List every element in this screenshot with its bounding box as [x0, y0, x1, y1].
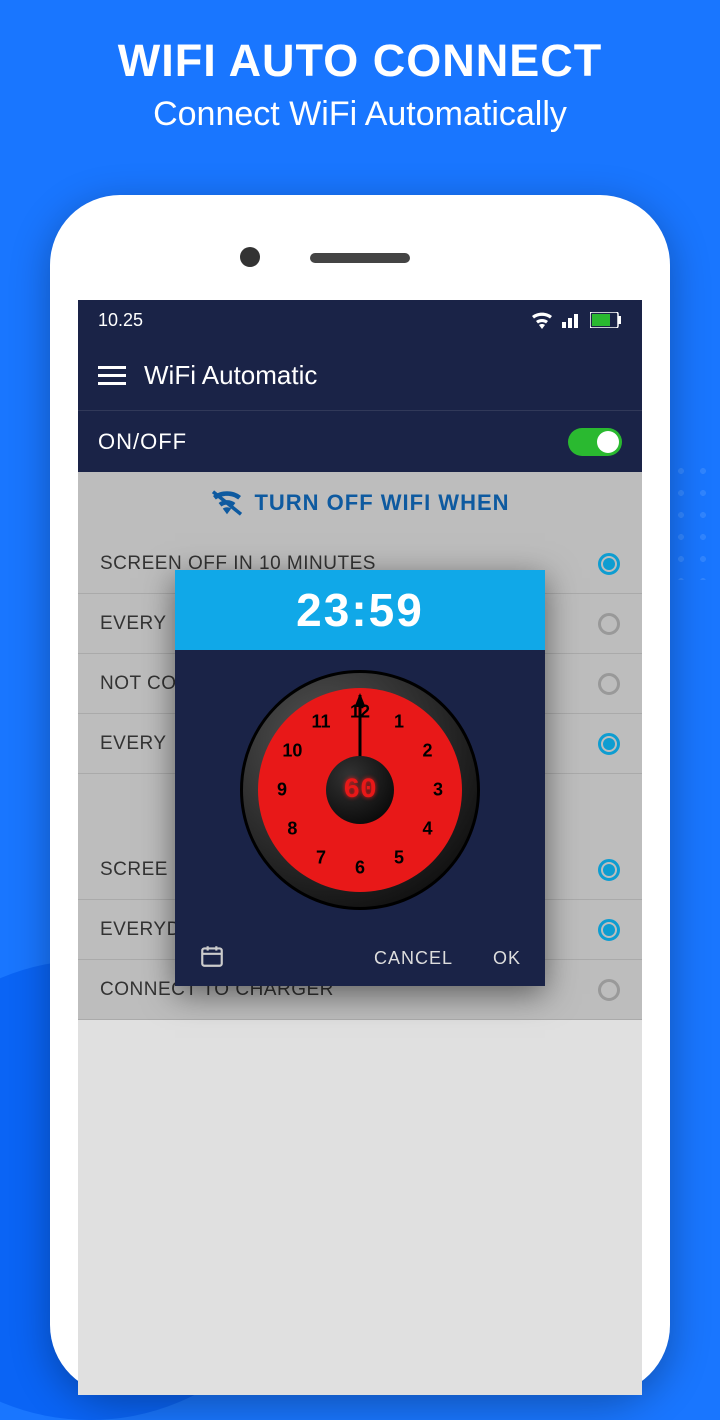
- hero: WIFI AUTO CONNECT Connect WiFi Automatic…: [0, 0, 720, 154]
- phone-frame: 10.25 WiFi Automatic ON/OFF TURN OFF WIF…: [50, 195, 670, 1395]
- status-icons: [530, 311, 622, 329]
- clock-number: 3: [433, 780, 443, 801]
- list-item-label: EVERY: [100, 733, 167, 755]
- section-title: TURN OFF WIFI WHEN: [254, 490, 509, 516]
- dialog-header: 23:59: [175, 570, 545, 650]
- statusbar: 10.25: [78, 300, 642, 340]
- clock-number: 1: [394, 712, 404, 733]
- list-item-radio[interactable]: [598, 553, 620, 575]
- list-item-radio[interactable]: [598, 673, 620, 695]
- phone-camera: [240, 247, 260, 267]
- onoff-toggle[interactable]: [568, 428, 622, 456]
- calendar-icon[interactable]: [199, 943, 225, 974]
- list-item-label: SCREE: [100, 859, 168, 881]
- clock-number: 7: [316, 847, 326, 868]
- dialog-time[interactable]: 23:59: [296, 583, 424, 637]
- hero-subtitle: Connect WiFi Automatically: [20, 95, 700, 134]
- appbar: WiFi Automatic: [78, 340, 642, 410]
- onoff-row: ON/OFF: [78, 410, 642, 472]
- clock-center: 60: [326, 756, 394, 824]
- section-header: TURN OFF WIFI WHEN: [78, 472, 642, 534]
- battery-icon: [590, 312, 622, 328]
- appbar-title: WiFi Automatic: [144, 360, 317, 391]
- list-item-radio[interactable]: [598, 979, 620, 1001]
- clock-area: 121234567891011 60: [175, 650, 545, 930]
- clock[interactable]: 121234567891011 60: [240, 670, 480, 910]
- list-item-radio[interactable]: [598, 859, 620, 881]
- menu-icon[interactable]: [98, 366, 126, 385]
- clock-number: 6: [355, 858, 365, 879]
- clock-number: 10: [282, 741, 302, 762]
- screen: 10.25 WiFi Automatic ON/OFF TURN OFF WIF…: [78, 300, 642, 1395]
- ok-button[interactable]: OK: [493, 948, 521, 969]
- clock-number: 2: [423, 741, 433, 762]
- clock-number: 4: [423, 819, 433, 840]
- clock-number: 5: [394, 847, 404, 868]
- list-item-radio[interactable]: [598, 733, 620, 755]
- clock-number: 9: [277, 780, 287, 801]
- cancel-button[interactable]: CANCEL: [374, 948, 453, 969]
- wifi-off-icon: [210, 489, 244, 517]
- time-dialog: 23:59 121234567891011 60 CANCEL OK: [175, 570, 545, 986]
- signal-icon: [562, 312, 582, 328]
- dialog-footer: CANCEL OK: [175, 930, 545, 986]
- list-item-label: NOT CO: [100, 673, 177, 695]
- clock-number: 11: [311, 712, 330, 733]
- wifi-icon: [530, 311, 554, 329]
- list-item-label: EVERY: [100, 613, 167, 635]
- onoff-label: ON/OFF: [98, 429, 187, 455]
- list-item-radio[interactable]: [598, 919, 620, 941]
- list-item-radio[interactable]: [598, 613, 620, 635]
- clock-number: 8: [287, 819, 297, 840]
- hero-title: WIFI AUTO CONNECT: [20, 35, 700, 87]
- status-time: 10.25: [98, 310, 143, 331]
- phone-speaker: [310, 253, 410, 263]
